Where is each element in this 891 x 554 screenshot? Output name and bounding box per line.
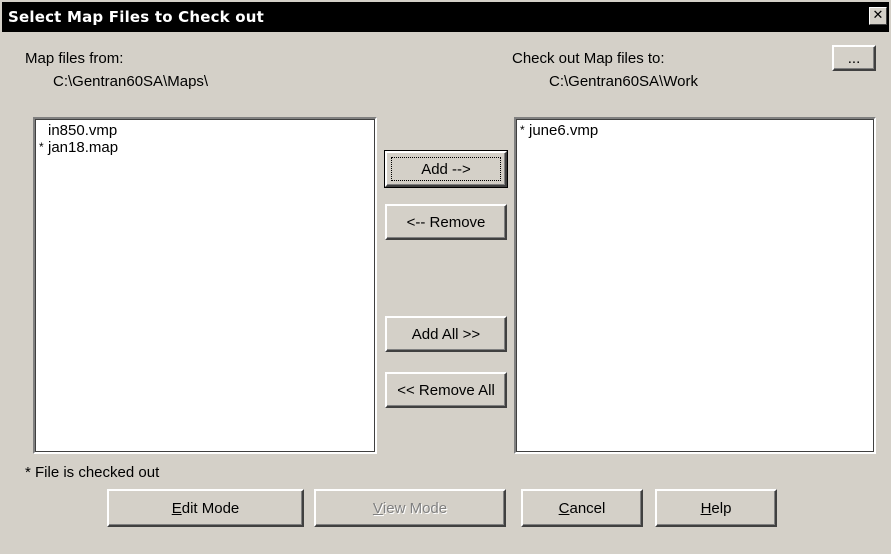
help-label: elp [711, 499, 732, 517]
list-item[interactable]: in850.vmp [39, 122, 117, 139]
file-name: in850.vmp [48, 122, 118, 139]
target-path: C:\Gentran60SA\Work [549, 73, 698, 90]
focus-rect [391, 157, 501, 181]
file-name: june6.vmp [529, 122, 599, 139]
list-item[interactable]: * june6.vmp [520, 122, 598, 139]
cancel-accel: C [558, 499, 570, 517]
target-label: Check out Map files to: [512, 50, 665, 67]
close-button[interactable]: ✕ [869, 7, 887, 25]
view-mode-button[interactable]: View Mode [314, 489, 506, 527]
checked-out-marker: * [39, 140, 44, 154]
dialog-title: Select Map Files to Check out [8, 8, 265, 26]
browse-button[interactable]: ... [832, 45, 876, 71]
help-accel: H [700, 499, 712, 517]
checked-out-legend: * File is checked out [25, 464, 160, 481]
list-item[interactable]: * jan18.map [39, 139, 118, 156]
add-all-button[interactable]: Add All >> [385, 316, 507, 352]
edit-mode-accel: E [171, 499, 182, 517]
remove-all-button[interactable]: << Remove All [385, 372, 507, 408]
file-name: jan18.map [48, 139, 119, 156]
source-path: C:\Gentran60SA\Maps\ [53, 73, 209, 90]
cancel-label: ancel [569, 499, 606, 517]
edit-mode-label: dit Mode [181, 499, 240, 517]
source-label: Map files from: [25, 50, 124, 67]
help-button[interactable]: Help [655, 489, 777, 527]
select-map-files-dialog: Select Map Files to Check out ✕ Map file… [0, 0, 891, 554]
view-mode-label: iew Mode [382, 499, 448, 517]
cancel-button[interactable]: Cancel [521, 489, 643, 527]
close-icon: ✕ [872, 8, 884, 23]
checked-out-marker: * [520, 123, 525, 137]
target-file-list[interactable]: * june6.vmp [514, 117, 876, 454]
add-all-button-label: Add All >> [411, 325, 481, 343]
title-bar[interactable]: Select Map Files to Check out ✕ [2, 2, 889, 32]
edit-mode-button[interactable]: Edit Mode [107, 489, 304, 527]
add-button[interactable]: Add --> [384, 150, 508, 188]
remove-button[interactable]: <-- Remove [385, 204, 507, 240]
source-file-list[interactable]: in850.vmp * jan18.map [33, 117, 377, 454]
view-mode-accel: V [372, 499, 383, 517]
remove-button-label: <-- Remove [406, 213, 486, 231]
remove-all-button-label: << Remove All [397, 381, 495, 399]
